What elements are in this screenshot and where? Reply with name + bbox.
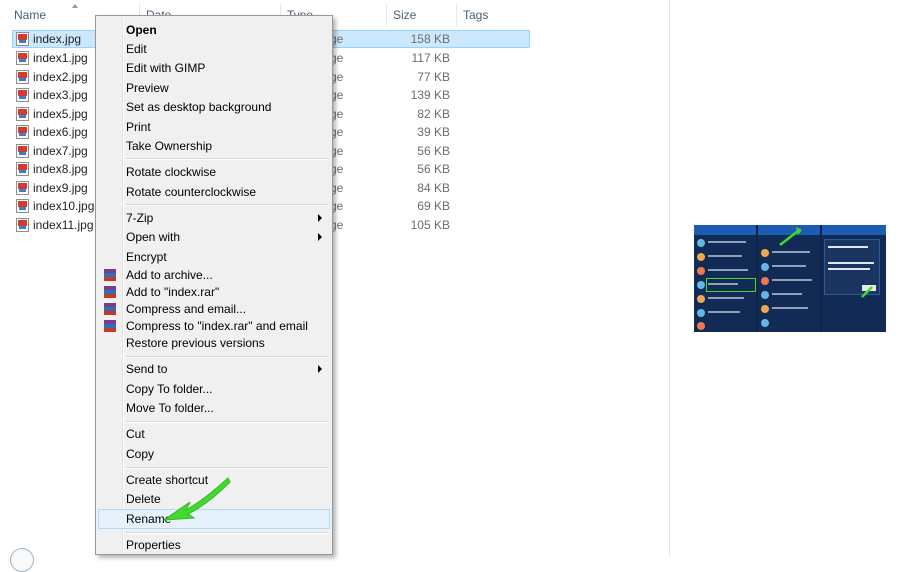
column-size[interactable]: Size: [386, 4, 456, 26]
menu-item-label: Encrypt: [126, 250, 167, 264]
file-size: 105 KB: [410, 217, 450, 232]
file-size: 77 KB: [417, 69, 450, 84]
file-name: index.jpg: [33, 32, 82, 46]
menu-item-label: Print: [126, 120, 151, 134]
chevron-right-icon: [318, 214, 322, 222]
jpg-file-icon: [16, 51, 29, 65]
menu-item-properties[interactable]: Properties: [98, 535, 330, 555]
file-size: 158 KB: [410, 32, 450, 46]
menu-item-edit-with-gimp[interactable]: Edit with GIMP: [98, 58, 330, 78]
menu-item-rotate-clockwise[interactable]: Rotate clockwise: [98, 162, 330, 182]
menu-item-label: Delete: [126, 492, 161, 506]
file-size: 84 KB: [417, 180, 450, 195]
file-size: 82 KB: [417, 106, 450, 121]
menu-separator: [126, 158, 328, 160]
column-name-label: Name: [14, 8, 47, 22]
winrar-icon: [104, 269, 116, 281]
column-tags-label: Tags: [463, 8, 489, 22]
menu-item-copy[interactable]: Copy: [98, 444, 330, 464]
jpg-file-icon: [16, 162, 29, 176]
menu-item-label: Rotate counterclockwise: [126, 185, 257, 199]
menu-item-send-to[interactable]: Send to: [98, 359, 330, 379]
chevron-right-icon: [318, 365, 322, 373]
jpg-file-icon: [16, 199, 29, 213]
jpg-file-icon: [16, 69, 29, 84]
winrar-icon: [104, 320, 116, 332]
jpg-file-icon: [16, 32, 29, 46]
menu-item-set-desktop-background[interactable]: Set as desktop background: [98, 97, 330, 117]
menu-item-print[interactable]: Print: [98, 117, 330, 137]
winrar-icon: [104, 303, 116, 315]
menu-item-label: Properties: [126, 538, 181, 552]
file-name: index6.jpg: [33, 125, 88, 139]
menu-item-label: Edit: [126, 42, 147, 56]
menu-item-label: Copy To folder...: [126, 382, 213, 396]
jpg-file-icon: [16, 143, 29, 158]
menu-item-label: Rotate clockwise: [126, 165, 217, 179]
details-toggle-button[interactable]: [10, 548, 34, 572]
menu-item-label: Preview: [126, 81, 169, 95]
menu-item-7zip[interactable]: 7-Zip: [98, 208, 330, 228]
column-tags[interactable]: Tags: [456, 4, 534, 26]
file-name: index5.jpg: [33, 106, 88, 121]
column-size-label: Size: [393, 8, 417, 22]
preview-green-arrows: [779, 227, 873, 298]
sort-up-icon: [72, 4, 78, 8]
menu-item-open-with[interactable]: Open with: [98, 227, 330, 247]
chevron-right-icon: [318, 233, 322, 241]
menu-item-open[interactable]: Open: [98, 20, 330, 40]
file-name: index3.jpg: [33, 88, 88, 102]
file-size: 117 KB: [411, 51, 450, 65]
jpg-file-icon: [16, 180, 29, 195]
file-name: index9.jpg: [33, 180, 88, 195]
green-arrow-icon: [162, 477, 231, 521]
menu-item-label: Copy: [126, 447, 155, 461]
menu-item-label: Open with: [126, 230, 181, 244]
menu-item-label: 7-Zip: [126, 211, 154, 225]
jpg-file-icon: [16, 106, 29, 121]
menu-item-label: Take Ownership: [126, 139, 213, 153]
menu-item-label: Set as desktop background: [126, 100, 272, 114]
menu-item-preview[interactable]: Preview: [98, 78, 330, 98]
menu-item-label: Move To folder...: [126, 401, 214, 415]
file-name: index1.jpg: [33, 51, 88, 65]
menu-separator: [126, 356, 328, 358]
menu-separator: [126, 204, 328, 206]
file-name: index7.jpg: [33, 143, 88, 158]
menu-item-restore-previous-versions[interactable]: Restore previous versions: [98, 333, 330, 353]
jpg-file-icon: [16, 125, 29, 139]
file-name: index10.jpg: [33, 199, 95, 213]
menu-item-rotate-counterclockwise[interactable]: Rotate counterclockwise: [98, 182, 330, 202]
menu-separator: [126, 467, 328, 469]
file-size: 69 KB: [417, 199, 450, 213]
menu-item-label: Restore previous versions: [126, 336, 265, 350]
menu-item-label: Cut: [126, 427, 145, 441]
menu-item-encrypt[interactable]: Encrypt: [98, 247, 330, 267]
file-size: 56 KB: [417, 162, 450, 176]
preview-pane-divider[interactable]: [669, 0, 670, 557]
menu-item-label: Open: [126, 23, 157, 37]
menu-item-cut[interactable]: Cut: [98, 424, 330, 444]
winrar-icon: [104, 286, 116, 298]
menu-item-label: Edit with GIMP: [126, 61, 206, 75]
image-preview: [694, 225, 886, 332]
menu-separator: [126, 532, 328, 534]
menu-item-edit[interactable]: Edit: [98, 39, 330, 59]
jpg-file-icon: [16, 217, 29, 232]
file-size: 39 KB: [417, 125, 450, 139]
file-name: index8.jpg: [33, 162, 88, 176]
menu-item-label: Send to: [126, 362, 168, 376]
file-size: 139 KB: [410, 88, 450, 102]
menu-separator: [126, 421, 328, 423]
menu-item-copy-to-folder[interactable]: Copy To folder...: [98, 379, 330, 399]
menu-item-take-ownership[interactable]: Take Ownership: [98, 136, 330, 156]
menu-item-move-to-folder[interactable]: Move To folder...: [98, 398, 330, 418]
file-name: index11.jpg: [33, 217, 94, 232]
file-size: 56 KB: [417, 143, 450, 158]
file-name: index2.jpg: [33, 69, 88, 84]
jpg-file-icon: [16, 88, 29, 102]
